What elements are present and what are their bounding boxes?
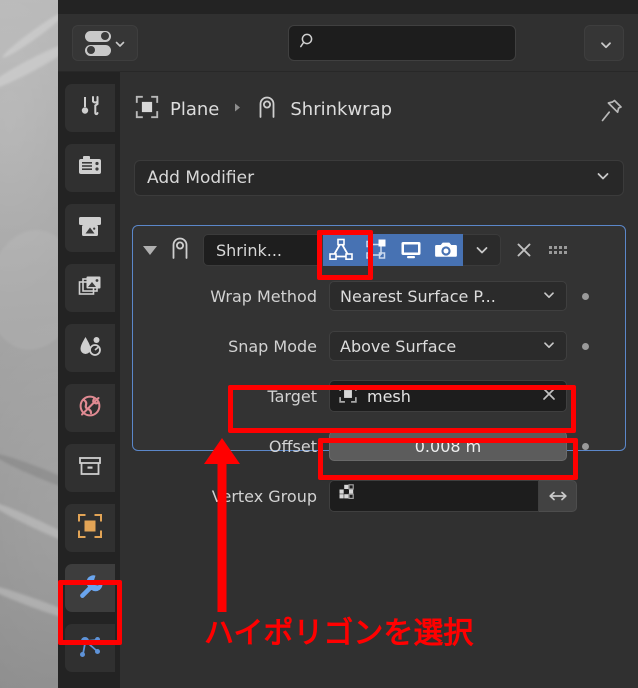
object-square-brackets-icon	[76, 512, 104, 544]
modifier-wrench-icon	[76, 572, 104, 604]
modifier-extras-button[interactable]	[463, 234, 501, 266]
particles-nodes-icon	[77, 633, 103, 663]
row-label: Offset	[268, 436, 317, 456]
sidebar-item-tool[interactable]	[65, 84, 115, 132]
sidebar-item-view-layer[interactable]	[65, 264, 115, 312]
object-square-brackets-icon	[134, 94, 160, 124]
output-printer-icon	[77, 214, 103, 242]
wrap-method-dropdown[interactable]: Nearest Surface P...	[329, 281, 567, 311]
chevron-down-icon	[599, 38, 611, 49]
row-wrap-method: Wrap Method Nearest Surface P...	[133, 276, 625, 316]
breadcrumb: Plane Shrinkwrap	[120, 86, 638, 132]
on-cage-triangle-icon	[328, 238, 353, 260]
search-field[interactable]	[288, 25, 516, 61]
panel-options-button[interactable]	[584, 25, 624, 61]
modifier-shrinkwrap-icon	[254, 94, 280, 124]
sidebar-item-collection[interactable]	[65, 444, 115, 492]
vertex-group-dots-icon	[338, 483, 360, 509]
vertex-group-invert-button[interactable]	[539, 480, 577, 512]
chevron-down-icon	[476, 247, 487, 254]
sidebar-item-render[interactable]	[65, 144, 115, 192]
row-target: Target mesh	[133, 376, 625, 416]
chevron-right-small-icon	[233, 102, 242, 116]
tool-screwdriver-wrench-icon	[77, 93, 103, 123]
display-filter-button[interactable]	[72, 25, 138, 61]
modifier-panel-header: Shrink...	[133, 226, 625, 274]
chevron-down-icon	[542, 287, 556, 306]
breadcrumb-object-label[interactable]: Plane	[170, 99, 219, 120]
toggle-realtime[interactable]	[393, 234, 428, 266]
modifier-shrinkwrap-icon	[167, 235, 193, 265]
modifier-close-button[interactable]	[507, 234, 541, 266]
toggle-on-cage[interactable]	[323, 234, 358, 266]
close-x-icon	[543, 388, 555, 400]
search-input[interactable]	[323, 35, 508, 51]
wrap-method-value: Nearest Surface P...	[340, 286, 496, 306]
toggle-render[interactable]	[428, 234, 463, 266]
render-camera-back-icon	[77, 154, 103, 182]
row-label: Target	[267, 386, 318, 406]
modifier-panel-shrinkwrap: Shrink... Wrap Method Nearest Surface P.…	[132, 225, 626, 512]
triangle-down-icon[interactable]	[143, 245, 157, 255]
drag-grip-dots-icon[interactable]	[549, 246, 567, 254]
realtime-monitor-icon	[401, 242, 420, 259]
breadcrumb-modifier-label[interactable]: Shrinkwrap	[290, 99, 392, 120]
3d-viewport-preview[interactable]	[0, 0, 58, 688]
collection-box-icon	[77, 454, 103, 482]
row-offset: Offset 0.008 m	[133, 426, 625, 466]
offset-value-field[interactable]: 0.008 m	[329, 431, 567, 461]
properties-body: Plane Shrinkwrap Add Modifier Shrink... …	[120, 72, 638, 688]
animate-decorator-dot[interactable]	[582, 342, 589, 350]
screenshot-root: Plane Shrinkwrap Add Modifier Shrink... …	[0, 0, 638, 688]
row-label: Snap Mode	[228, 336, 317, 356]
editor-top-strip	[58, 0, 638, 14]
offset-value: 0.008 m	[414, 436, 482, 456]
annotation-caption: ハイポリゴンを選択	[204, 616, 474, 651]
toggle-edit-mode[interactable]	[358, 234, 393, 266]
scene-cone-droplet-icon	[77, 334, 103, 362]
chevron-down-icon	[114, 38, 125, 49]
vertex-group-field[interactable]	[329, 480, 539, 512]
modifier-name-value: Shrink...	[216, 240, 282, 260]
animate-decorator-dot[interactable]	[582, 442, 589, 450]
pin-icon[interactable]	[600, 98, 624, 128]
edit-mode-box-icon	[365, 239, 385, 259]
sidebar-item-particles[interactable]	[65, 624, 115, 672]
world-globe-icon	[77, 393, 103, 423]
target-clear-button[interactable]	[540, 385, 558, 407]
add-modifier-label: Add Modifier	[147, 168, 255, 188]
row-snap-mode: Snap Mode Above Surface	[133, 326, 625, 366]
snap-mode-value: Above Surface	[340, 336, 457, 356]
chevron-down-icon	[595, 168, 611, 189]
row-label: Wrap Method	[210, 286, 317, 306]
target-object-field[interactable]: mesh	[329, 380, 567, 412]
chevron-down-icon	[542, 337, 556, 356]
properties-tab-column	[58, 72, 120, 688]
target-object-value: mesh	[367, 386, 411, 406]
display-filter-toggles-icon	[85, 30, 111, 56]
invert-arrows-icon	[548, 491, 567, 501]
snap-mode-dropdown[interactable]: Above Surface	[329, 331, 567, 361]
modifier-name-field[interactable]: Shrink...	[203, 234, 323, 266]
add-modifier-button[interactable]: Add Modifier	[134, 160, 624, 196]
sidebar-item-world[interactable]	[65, 384, 115, 432]
sidebar-item-object[interactable]	[65, 504, 115, 552]
render-camera-icon	[434, 242, 457, 257]
close-x-icon	[517, 243, 531, 257]
search-icon	[299, 32, 317, 54]
row-vertex-group: Vertex Group	[133, 476, 625, 516]
view-layer-images-icon	[77, 274, 103, 302]
sidebar-item-scene[interactable]	[65, 324, 115, 372]
sidebar-item-modifier[interactable]	[65, 564, 115, 612]
object-square-brackets-icon	[338, 384, 358, 408]
row-label: Vertex Group	[211, 486, 317, 506]
sidebar-item-output[interactable]	[65, 204, 115, 252]
animate-decorator-dot[interactable]	[582, 292, 589, 300]
properties-header	[58, 14, 638, 72]
